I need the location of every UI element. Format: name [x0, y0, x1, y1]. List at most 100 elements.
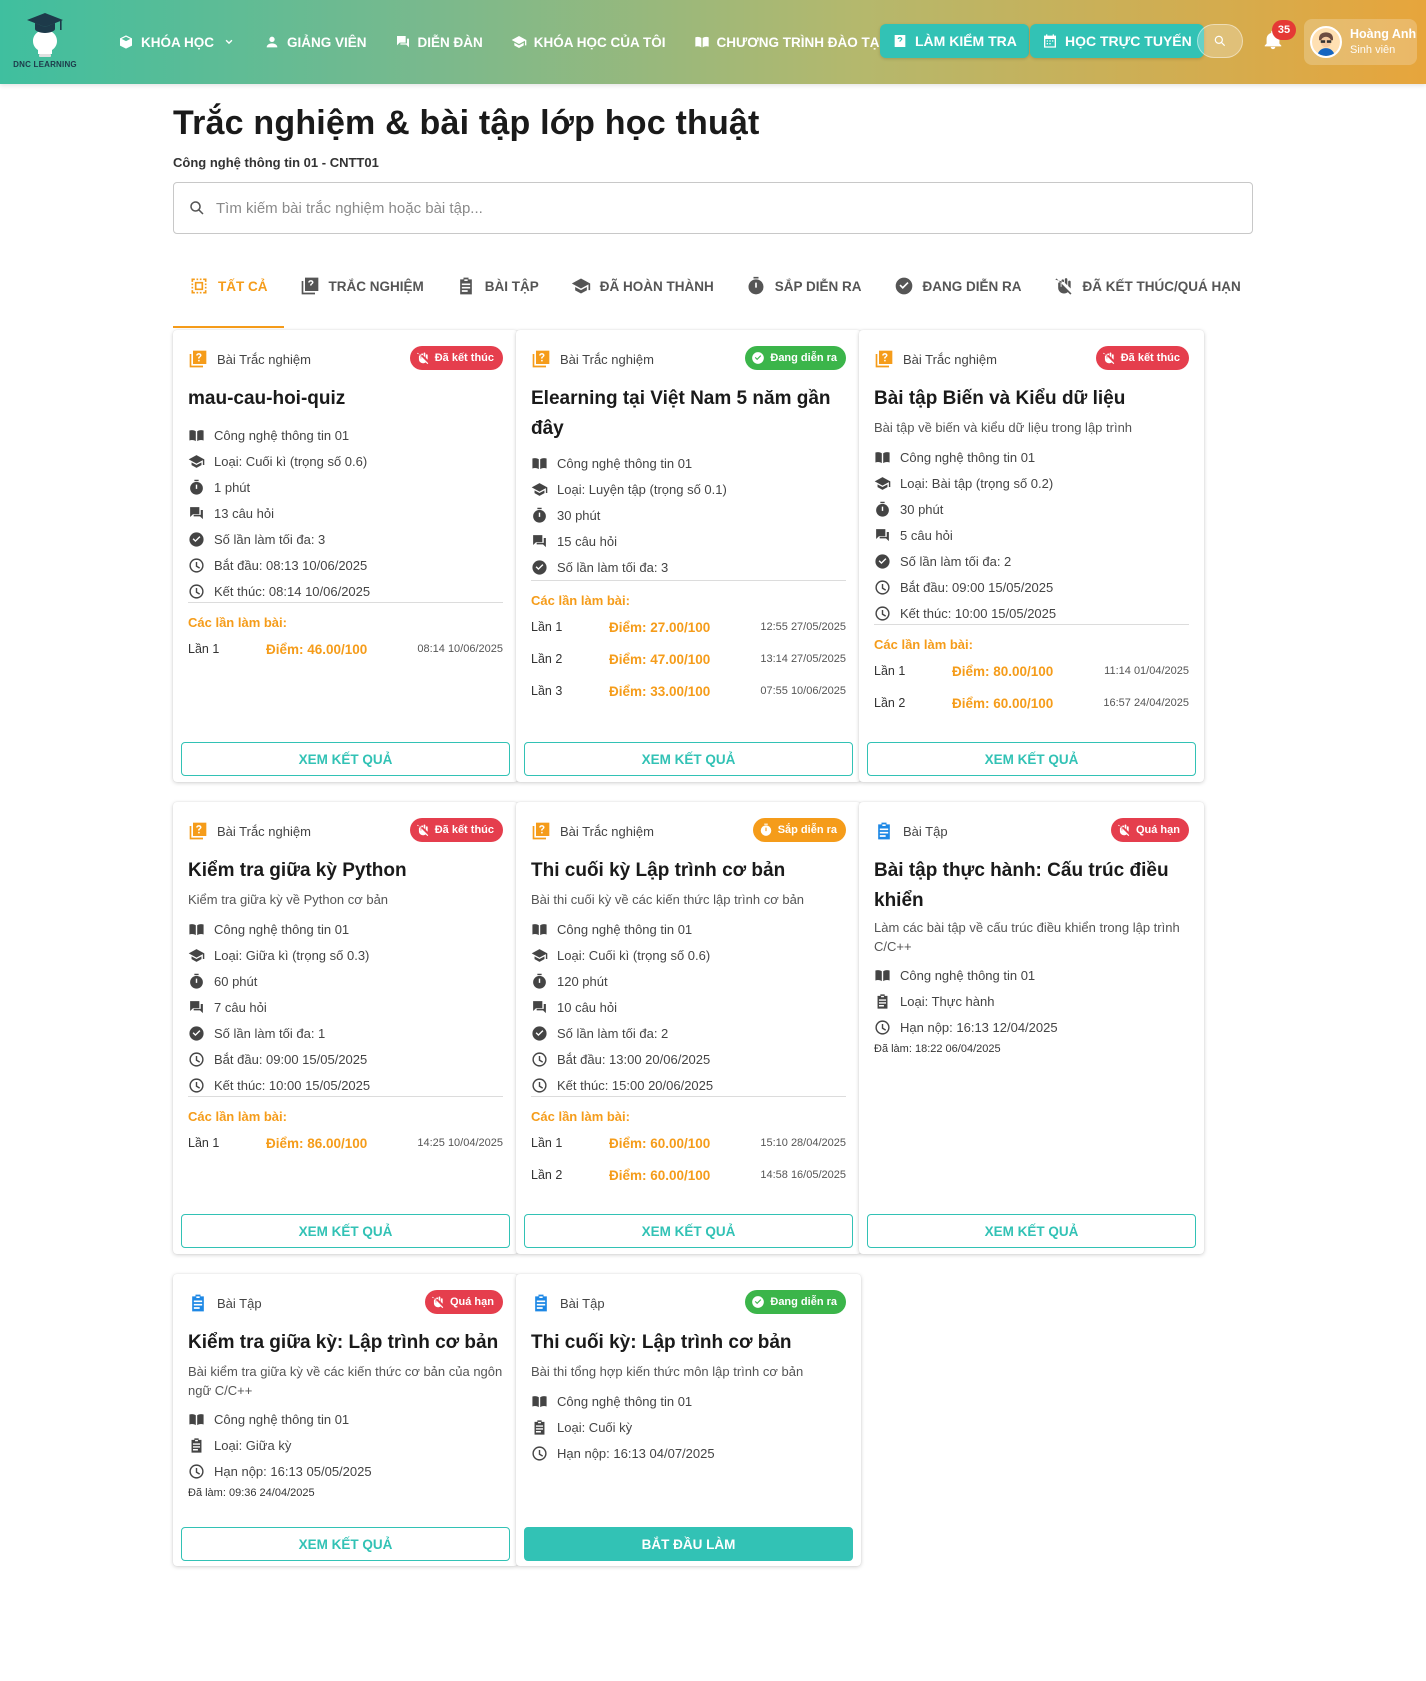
tab-completed-label: ĐÃ HOÀN THÀNH [599, 278, 714, 294]
card-info-row: Bắt đầu: 08:13 10/06/2025 [188, 552, 503, 578]
forum-icon [876, 528, 889, 541]
card-info-text: Kết thúc: 10:00 15/05/2025 [900, 605, 1057, 621]
attempt-row: Lần 1 Điểm: 46.00/100 08:14 10/06/2025 [188, 639, 503, 659]
card-info-row: Công nghệ thông tin 01 [531, 450, 846, 476]
clock-icon [532, 1051, 547, 1067]
tab-assignment[interactable]: BÀI TẬP [440, 250, 555, 322]
card-info-text: Hạn nộp: 16:13 05/05/2025 [214, 1463, 372, 1479]
nav-my-courses[interactable]: KHÓA HỌC CỦA TÔI [511, 34, 666, 50]
nav-forum[interactable]: DIỄN ĐÀN [395, 34, 483, 50]
nav-courses[interactable]: KHÓA HỌC [118, 34, 236, 50]
status-badge-overdue: Quá hạn [424, 1290, 503, 1314]
attempt-number: Lần 1 [531, 620, 563, 634]
card-info-row: 30 phút [874, 496, 1189, 522]
assessment-card: Bài Trắc nghiệm Đã kết thúc mau-cau-hoi-qu… [173, 330, 518, 782]
brand-logo[interactable]: DNC LEARNING [12, 10, 78, 74]
book-open-icon [875, 451, 890, 463]
timer-icon [748, 276, 764, 295]
card-info-row: Công nghệ thông tin 01 [874, 962, 1189, 988]
attempt-time: 14:58 16/05/2025 [760, 1169, 846, 1181]
hand-stop-icon [416, 824, 428, 837]
online-learning-button[interactable]: HỌC TRỰC TUYẾN [1030, 24, 1204, 58]
status-badge-label: Đang diễn ra [770, 1296, 837, 1308]
header-search-button[interactable] [1197, 24, 1243, 58]
card-info-row: Bắt đầu: 09:00 15/05/2025 [188, 1046, 503, 1072]
clock-icon [875, 579, 890, 595]
attempt-row: Lần 3 Điểm: 33.00/100 07:55 10/06/2025 [531, 681, 846, 701]
card-info-row: 60 phút [188, 968, 503, 994]
view-result-button[interactable]: XEM KẾT QUẢ [867, 742, 1196, 776]
card-info-text: Công nghệ thông tin 01 [900, 449, 1036, 465]
clock-icon [189, 1051, 204, 1067]
search-icon [190, 201, 204, 215]
view-result-button[interactable]: XEM KẾT QUẢ [181, 1527, 510, 1561]
card-title: mau-cau-hoi-quiz [188, 388, 346, 409]
brand-name: DNC LEARNING [13, 60, 77, 69]
card-info-text: Hạn nộp: 16:13 04/07/2025 [557, 1445, 715, 1461]
timer-icon [190, 973, 203, 989]
tab-all-label: TẤT CẢ [218, 278, 268, 294]
card-divider [188, 1096, 503, 1097]
nav-instructors[interactable]: GIẢNG VIÊN [264, 34, 367, 50]
nav-programs[interactable]: CHƯƠNG TRÌNH ĐÀO TẠO [694, 34, 890, 50]
assessment-card: Bài Tập Quá hạn Bài tập thực hành: Cấu trú… [859, 802, 1204, 1254]
attempt-time: 12:55 27/05/2025 [760, 621, 846, 633]
logo-icon [27, 13, 63, 57]
tab-ongoing[interactable]: ĐANG DIỄN RA [878, 250, 1038, 322]
view-result-button[interactable]: XEM KẾT QUẢ [181, 742, 510, 776]
attempt-time: 14:25 10/04/2025 [417, 1137, 503, 1149]
card-info-text: Kết thúc: 10:00 15/05/2025 [214, 1077, 371, 1093]
user-menu[interactable]: Hoàng Anh Sinh viên [1304, 19, 1417, 65]
start-button[interactable]: BẮT ĐẦU LÀM [524, 1527, 853, 1561]
card-info-text: Công nghệ thông tin 01 [557, 1393, 693, 1409]
check-circle-icon [532, 559, 547, 575]
card-title: Elearning tại Việt Nam 5 năm gần đây [531, 388, 831, 439]
card-info-text: Công nghệ thông tin 01 [900, 967, 1036, 983]
card-kind-label: Bài Tập [903, 823, 948, 839]
timer-icon [876, 501, 889, 517]
card-kind-label: Bài Trắc nghiệm [560, 351, 654, 367]
card-info-row: Loại: Giữa kì (trọng số 0.3) [188, 942, 503, 968]
status-badge-ended: Đã kết thúc [409, 818, 503, 842]
attempt-number: Lần 2 [531, 1168, 563, 1182]
tab-quiz[interactable]: TRẮC NGHIỆM [284, 250, 440, 322]
user-avatar-icon [1312, 28, 1340, 56]
view-result-button[interactable]: XEM KẾT QUẢ [524, 742, 853, 776]
card-info-text: Loại: Bài tập (trọng số 0.2) [900, 475, 1054, 491]
card-info-row: 5 câu hỏi [874, 522, 1189, 548]
status-badge-ongoing: Đang diễn ra [745, 1290, 846, 1314]
attempt-row: Lần 1 Điểm: 80.00/100 11:14 01/04/2025 [874, 661, 1189, 681]
card-info-text: 120 phút [557, 973, 608, 989]
tab-upcoming[interactable]: SẮP DIỄN RA [730, 250, 878, 322]
take-test-button[interactable]: LÀM KIỂM TRA [880, 24, 1029, 58]
tab-all[interactable]: TẤT CẢ [173, 250, 284, 328]
nav-instructors-label: GIẢNG VIÊN [287, 34, 367, 50]
card-info-list: Công nghệ thông tin 01 Loại: Giữa kì (trọ… [188, 916, 503, 1098]
assignment-icon [192, 1294, 204, 1312]
tab-completed[interactable]: ĐÃ HOÀN THÀNH [555, 250, 730, 322]
attempt-time: 07:55 10/06/2025 [760, 685, 846, 697]
attempt-score: Điểm: 27.00/100 [609, 619, 711, 635]
card-info-list: Công nghệ thông tin 01 Loại: Giữa kỳ Hạn n… [188, 1406, 503, 1484]
card-info-row: 30 phút [531, 502, 846, 528]
person-icon [266, 36, 278, 48]
card-info-text: 7 câu hỏi [214, 999, 267, 1015]
done-at-label: Đã làm: 18:22 06/04/2025 [874, 1043, 1001, 1055]
view-result-button[interactable]: XEM KẾT QUẢ [524, 1214, 853, 1248]
status-badge-label: Quá hạn [1135, 824, 1180, 836]
card-info-row: Kết thúc: 15:00 20/06/2025 [531, 1072, 846, 1098]
card-info-text: Số lần làm tối đa: 3 [557, 559, 669, 575]
forum-icon [190, 506, 203, 519]
view-result-button[interactable]: XEM KẾT QUẢ [181, 1214, 510, 1248]
card-info-text: 5 câu hỏi [900, 527, 953, 543]
view-result-button[interactable]: XEM KẾT QUẢ [867, 1214, 1196, 1248]
attempts-heading: Các lần làm bài: [188, 615, 287, 630]
quiz-icon [532, 822, 550, 840]
graduation-cap-icon [531, 482, 548, 496]
nav-programs-label: CHƯƠNG TRÌNH ĐÀO TẠO [716, 34, 890, 50]
attempt-score: Điểm: 60.00/100 [609, 1135, 711, 1151]
done-at-label: Đã làm: 09:36 24/04/2025 [188, 1487, 315, 1499]
attempt-number: Lần 2 [874, 696, 906, 710]
tab-ended[interactable]: ĐÃ KẾT THÚC/QUÁ HẠN [1038, 250, 1257, 322]
search-input[interactable] [216, 199, 1116, 217]
